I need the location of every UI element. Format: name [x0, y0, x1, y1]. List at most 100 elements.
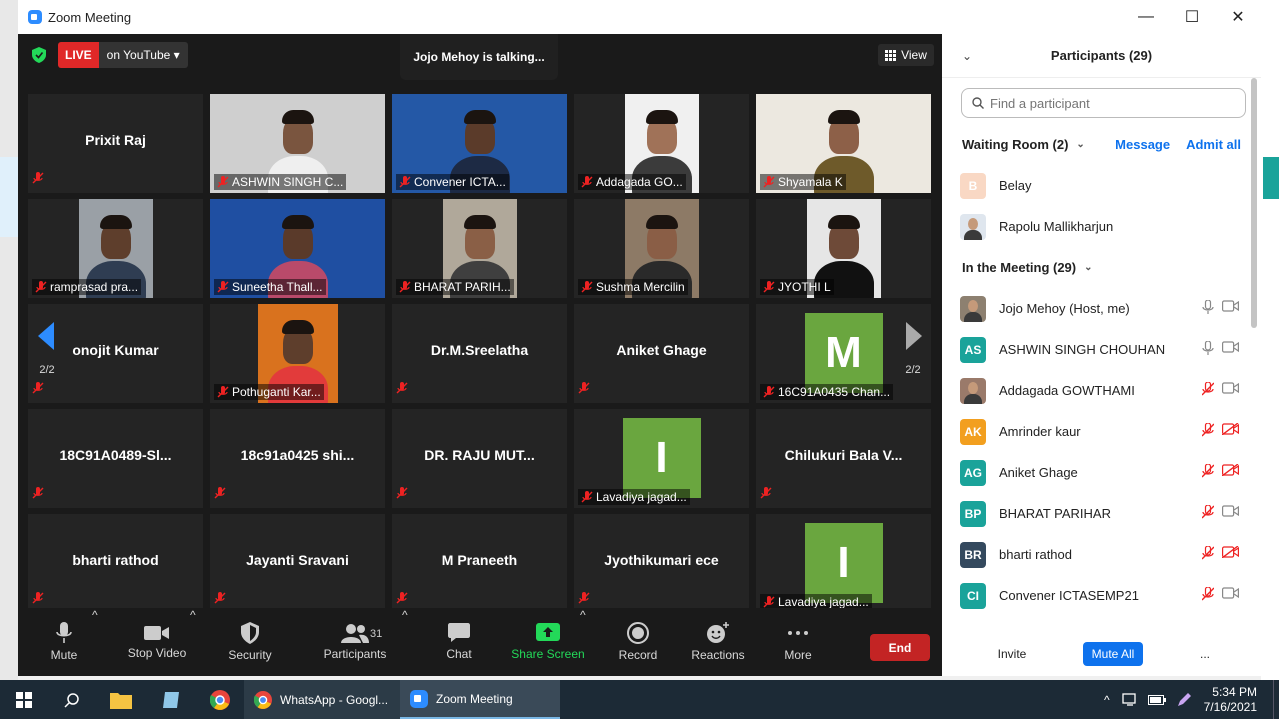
- video-tile[interactable]: ASHWIN SINGH C...: [210, 94, 385, 193]
- in-meeting-header[interactable]: In the Meeting (29) ⌄: [942, 247, 1261, 288]
- chat-label: Chat: [446, 647, 472, 661]
- mic-muted-icon: [35, 281, 47, 293]
- panel-scrollbar[interactable]: [1251, 78, 1257, 328]
- waiting-room-header[interactable]: Waiting Room (2) ⌄ Message Admit all: [942, 124, 1261, 165]
- tile-participant-name: 18c91a0425 shi...: [240, 447, 355, 463]
- share-screen-button[interactable]: Share Screen: [510, 608, 586, 676]
- tile-participant-name: Jyothikumari ece: [604, 552, 719, 568]
- video-tile[interactable]: Jyothikumari ece: [574, 514, 749, 613]
- file-explorer-button[interactable]: [96, 680, 146, 719]
- mic-muted-icon: [581, 281, 593, 293]
- participant-row[interactable]: AK Amrinder kaur: [942, 411, 1261, 452]
- panel-more-button[interactable]: ...: [1190, 642, 1220, 666]
- video-tile[interactable]: I Lavadiya jagad...: [756, 514, 931, 613]
- network-icon[interactable]: [1121, 692, 1138, 707]
- pen-icon[interactable]: [1176, 692, 1192, 708]
- video-tile[interactable]: Convener ICTA...: [392, 94, 567, 193]
- tile-name-label: Lavadiya jagad...: [578, 489, 690, 505]
- system-tray: ^ 5:34 PM 7/16/2021: [1104, 680, 1279, 719]
- chat-button[interactable]: Chat: [434, 608, 484, 676]
- video-tile[interactable]: 18C91A0489-Sl...: [28, 409, 203, 508]
- mute-all-button[interactable]: Mute All: [1083, 642, 1143, 666]
- participant-row[interactable]: CI Convener ICTASEMP21: [942, 575, 1261, 616]
- live-stream-indicator[interactable]: LIVE on YouTube ▾: [58, 42, 188, 68]
- close-button[interactable]: ✕: [1215, 0, 1261, 34]
- video-tile[interactable]: Suneetha Thall...: [210, 199, 385, 298]
- participant-row[interactable]: AG Aniket Ghage: [942, 452, 1261, 493]
- audio-options-caret[interactable]: ^: [92, 608, 98, 622]
- waiting-participant-row[interactable]: Rapolu Mallikharjun: [942, 206, 1261, 247]
- video-tile[interactable]: BHARAT PARIH...: [392, 199, 567, 298]
- stream-target-dropdown[interactable]: on YouTube ▾: [98, 42, 188, 68]
- participant-search-input[interactable]: [990, 95, 1230, 111]
- end-meeting-button[interactable]: End: [870, 634, 930, 661]
- battery-icon[interactable]: [1147, 694, 1166, 705]
- panel-title: Participants (29): [1050, 48, 1153, 63]
- mute-button[interactable]: Mute: [36, 608, 92, 676]
- collapse-panel-chevron-icon[interactable]: ⌄: [952, 49, 982, 63]
- notepad-icon: [163, 691, 179, 708]
- notepad-button[interactable]: [146, 680, 196, 719]
- search-box[interactable]: [961, 88, 1246, 118]
- next-page-button[interactable]: 2/2: [888, 304, 938, 394]
- video-tile[interactable]: DR. RAJU MUT...: [392, 409, 567, 508]
- chrome-button[interactable]: [196, 680, 244, 719]
- waiting-participant-row[interactable]: B Belay: [942, 165, 1261, 206]
- video-off-icon: [1222, 423, 1239, 435]
- video-tile[interactable]: bharti rathod: [28, 514, 203, 613]
- video-options-caret[interactable]: ^: [190, 608, 196, 622]
- mic-muted-icon: [396, 487, 408, 499]
- more-button[interactable]: More: [774, 608, 822, 676]
- participant-row[interactable]: Addagada GOWTHAMI: [942, 370, 1261, 411]
- clock[interactable]: 5:34 PM 7/16/2021: [1204, 685, 1257, 715]
- show-desktop-button[interactable]: [1273, 680, 1279, 719]
- participants-button[interactable]: Participants: [318, 608, 392, 676]
- video-tile[interactable]: Chilukuri Bala V...: [756, 409, 931, 508]
- minimize-button[interactable]: —: [1123, 0, 1169, 34]
- video-tile[interactable]: Prixit Raj: [28, 94, 203, 193]
- video-tile[interactable]: Dr.M.Sreelatha: [392, 304, 567, 403]
- video-tile[interactable]: Pothuganti Kar...: [210, 304, 385, 403]
- participants-options-caret[interactable]: ^: [402, 608, 408, 622]
- encryption-shield-icon[interactable]: [32, 47, 46, 63]
- message-waiting-button[interactable]: Message: [1115, 137, 1170, 152]
- share-options-caret[interactable]: ^: [580, 608, 586, 622]
- meeting-toolbar: Mute ^ Stop Video ^ Security Participant…: [18, 608, 942, 676]
- active-speaker-banner: Jojo Mehoy is talking...: [400, 34, 558, 80]
- invite-button[interactable]: Invite: [988, 642, 1036, 666]
- participant-row[interactable]: BR bharti rathod: [942, 534, 1261, 575]
- video-tile[interactable]: 18c91a0425 shi...: [210, 409, 385, 508]
- video-tile[interactable]: M Praneeth: [392, 514, 567, 613]
- taskbar-zoom[interactable]: Zoom Meeting: [400, 680, 560, 719]
- maximize-button[interactable]: ☐: [1169, 0, 1215, 34]
- view-button[interactable]: View: [878, 44, 934, 66]
- mic-muted-icon: [1202, 464, 1214, 478]
- participant-row[interactable]: BP BHARAT PARIHAR: [942, 493, 1261, 534]
- tile-name-label: Pothuganti Kar...: [214, 384, 324, 400]
- taskbar-search-button[interactable]: [48, 680, 96, 719]
- taskbar-whatsapp-chrome[interactable]: WhatsApp - Googl...: [244, 680, 400, 719]
- video-tile[interactable]: Sushma Mercilin: [574, 199, 749, 298]
- video-tile[interactable]: Aniket Ghage: [574, 304, 749, 403]
- security-button[interactable]: Security: [222, 608, 278, 676]
- admit-all-button[interactable]: Admit all: [1186, 137, 1241, 152]
- video-tile[interactable]: Shyamala K: [756, 94, 931, 193]
- video-tile[interactable]: JYOTHI L: [756, 199, 931, 298]
- video-tile[interactable]: Addagada GO...: [574, 94, 749, 193]
- tray-expand-chevron-icon[interactable]: ^: [1104, 693, 1110, 707]
- video-tile[interactable]: Jayanti Sravani: [210, 514, 385, 613]
- tile-name-label: JYOTHI L: [760, 279, 834, 295]
- video-tile[interactable]: ramprasad pra...: [28, 199, 203, 298]
- tile-participant-name: Jayanti Sravani: [246, 552, 349, 568]
- participant-name: ASHWIN SINGH CHOUHAN: [999, 342, 1166, 357]
- participant-row[interactable]: Jojo Mehoy (Host, me): [942, 288, 1261, 329]
- tile-participant-name: Prixit Raj: [85, 132, 146, 148]
- participant-row[interactable]: AS ASHWIN SINGH CHOUHAN: [942, 329, 1261, 370]
- stop-video-button[interactable]: Stop Video: [122, 608, 192, 676]
- prev-page-button[interactable]: 2/2: [22, 304, 72, 394]
- start-button[interactable]: [0, 680, 48, 719]
- reactions-button[interactable]: Reactions: [688, 608, 748, 676]
- record-button[interactable]: Record: [612, 608, 664, 676]
- video-tile[interactable]: I Lavadiya jagad...: [574, 409, 749, 508]
- chevron-down-icon: ⌄: [1076, 139, 1085, 150]
